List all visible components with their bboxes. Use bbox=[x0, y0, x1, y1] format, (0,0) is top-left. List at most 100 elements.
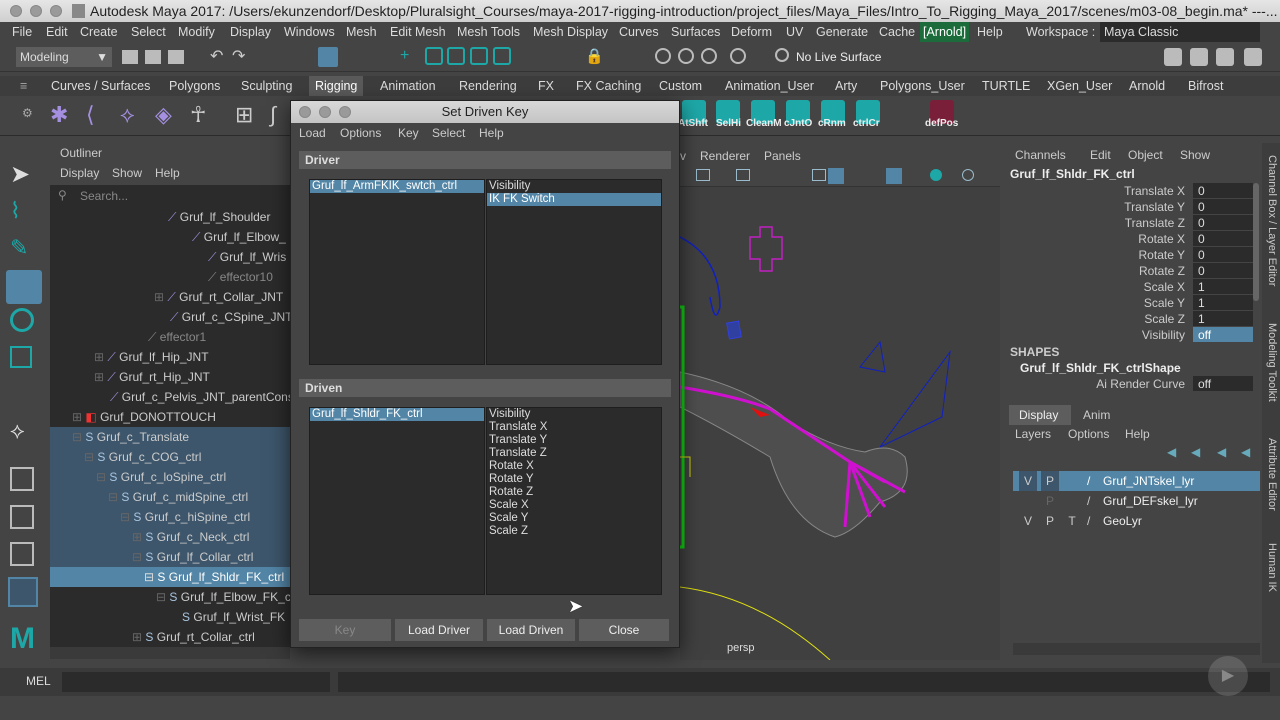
channel-row[interactable]: Ai Render Curve off bbox=[1005, 376, 1255, 392]
outliner-row[interactable]: ⊞ ⟋ Gruf_lf_Hip_JNT bbox=[50, 347, 290, 367]
layer-row[interactable]: V P / Gruf_JNTskel_lyr bbox=[1013, 471, 1260, 491]
collapse-icon[interactable]: ⊟ bbox=[120, 510, 130, 524]
channel-row[interactable]: Translate Y 0 bbox=[1005, 199, 1255, 215]
menu-edit-mesh[interactable]: Edit Mesh bbox=[390, 22, 446, 42]
menu-select[interactable]: Select bbox=[131, 22, 166, 42]
menu-help[interactable]: Help bbox=[977, 22, 1003, 42]
viewport-menu-view[interactable]: v bbox=[680, 147, 686, 165]
menu-edit[interactable]: Edit bbox=[46, 22, 68, 42]
channel-value-field[interactable]: 1 bbox=[1193, 295, 1253, 310]
list-item[interactable]: Translate X bbox=[487, 421, 661, 434]
move-layer-up-icon[interactable]: ◀ bbox=[1167, 445, 1176, 459]
viewport-3d[interactable]: persp bbox=[680, 187, 1000, 660]
channel-value-field[interactable]: 0 bbox=[1193, 215, 1253, 230]
shelf-tab-animation[interactable]: Animation bbox=[380, 76, 436, 96]
ipr-render-icon[interactable] bbox=[1216, 48, 1234, 66]
list-item[interactable]: Rotate Y bbox=[487, 473, 661, 486]
smooth-shade-icon[interactable] bbox=[828, 168, 844, 184]
list-item[interactable]: Rotate Z bbox=[487, 486, 661, 499]
layer-color-icon[interactable]: / bbox=[1087, 491, 1090, 511]
load-driven-button[interactable]: Load Driven bbox=[487, 619, 575, 641]
outliner-row[interactable]: ⟋ effector10 bbox=[50, 267, 290, 287]
collapse-icon[interactable]: ⊟ bbox=[108, 490, 118, 504]
skeleton-icon[interactable]: ☥ bbox=[190, 102, 206, 128]
collapse-icon[interactable]: ⊟ bbox=[156, 590, 166, 604]
driven-object-list[interactable]: Gruf_lf_Shldr_FK_ctrl bbox=[309, 407, 485, 595]
channel-row[interactable]: Translate Z 0 bbox=[1005, 215, 1255, 231]
outliner-menu-help[interactable]: Help bbox=[155, 163, 180, 183]
scale-tool-icon[interactable] bbox=[10, 346, 32, 368]
shelf-tab-rendering[interactable]: Rendering bbox=[459, 76, 517, 96]
outliner-row[interactable]: ⟋ Gruf_lf_Elbow_ bbox=[50, 227, 290, 247]
paint-select-icon[interactable]: ✎ bbox=[10, 235, 36, 261]
new-layer-icon[interactable]: ◀ bbox=[1217, 445, 1226, 459]
close-button[interactable]: Close bbox=[579, 619, 669, 641]
panel-toggle-icon[interactable] bbox=[1244, 48, 1262, 66]
outliner-row[interactable]: ⊟ S Gruf_lf_Collar_ctrl bbox=[50, 547, 290, 567]
list-item[interactable]: IK FK Switch bbox=[487, 193, 661, 206]
list-item[interactable]: Visibility bbox=[487, 408, 661, 421]
outliner-menu-show[interactable]: Show bbox=[112, 163, 142, 183]
layer-scrollbar[interactable] bbox=[1013, 643, 1260, 655]
tab-attribute-editor[interactable]: Attribute Editor bbox=[1266, 438, 1278, 511]
rotate-tool-icon[interactable] bbox=[10, 308, 34, 332]
channel-row[interactable]: Scale Z 1 bbox=[1005, 311, 1255, 327]
outliner-row[interactable]: ⊟ S Gruf_c_midSpine_ctrl bbox=[50, 487, 290, 507]
channel-row[interactable]: Rotate Z 0 bbox=[1005, 263, 1255, 279]
magnet-icon[interactable] bbox=[678, 48, 694, 64]
layer-tab-display[interactable]: Display bbox=[1009, 405, 1071, 425]
channel-value-field[interactable]: 1 bbox=[1193, 311, 1253, 326]
workspace-select[interactable]: Maya Classic bbox=[1100, 22, 1260, 42]
camera-icon[interactable] bbox=[696, 169, 710, 181]
render-icon[interactable] bbox=[1190, 48, 1208, 66]
load-driver-button[interactable]: Load Driver bbox=[395, 619, 483, 641]
dialog-menu-options[interactable]: Options bbox=[340, 123, 381, 143]
magnet-icon[interactable] bbox=[701, 48, 717, 64]
list-item[interactable]: Translate Z bbox=[487, 447, 661, 460]
menu-surfaces[interactable]: Surfaces bbox=[671, 22, 720, 42]
select-tool-icon[interactable]: ➤ bbox=[10, 160, 36, 188]
shelf-tab-rigging[interactable]: Rigging bbox=[309, 76, 364, 96]
channel-row[interactable]: Rotate Y 0 bbox=[1005, 247, 1255, 263]
menu-mesh[interactable]: Mesh bbox=[346, 22, 377, 42]
outliner-row-selected[interactable]: ⊟ S Gruf_lf_Shldr_FK_ctrl bbox=[50, 567, 290, 587]
dialog-menu-load[interactable]: Load bbox=[299, 123, 326, 143]
menu-arnold[interactable]: [Arnold] bbox=[920, 22, 970, 42]
open-scene-icon[interactable] bbox=[145, 50, 161, 64]
move-layer-down-icon[interactable]: ◀ bbox=[1191, 445, 1200, 459]
outliner-row[interactable]: ⟋ effector1 bbox=[50, 327, 290, 347]
channelbox-menu-show[interactable]: Show bbox=[1180, 147, 1210, 163]
grid-icon[interactable] bbox=[736, 169, 750, 181]
shelf-tab-turtle[interactable]: TURTLE bbox=[982, 76, 1030, 96]
menu-uv[interactable]: UV bbox=[786, 22, 803, 42]
list-item[interactable]: Rotate X bbox=[487, 460, 661, 473]
dialog-menu-help[interactable]: Help bbox=[479, 123, 504, 143]
snap-point-icon[interactable] bbox=[470, 47, 488, 65]
layer-visibility-toggle[interactable]: V bbox=[1019, 471, 1037, 491]
channelbox-menu-object[interactable]: Object bbox=[1128, 147, 1163, 163]
menu-curves[interactable]: Curves bbox=[619, 22, 659, 42]
command-input[interactable] bbox=[62, 672, 330, 692]
outliner-row[interactable]: S Gruf_lf_Wrist_FK bbox=[50, 607, 290, 627]
collapse-icon[interactable]: ⊟ bbox=[144, 570, 154, 584]
menu-create[interactable]: Create bbox=[80, 22, 118, 42]
new-selected-layer-icon[interactable]: ◀ bbox=[1241, 445, 1250, 459]
outliner-row[interactable]: ⊞ ⟋ Gruf_rt_Collar_JNT bbox=[50, 287, 290, 307]
shelf-tab-sculpting[interactable]: Sculpting bbox=[241, 76, 292, 96]
save-scene-icon[interactable] bbox=[168, 50, 184, 64]
channel-row[interactable]: Translate X 0 bbox=[1005, 183, 1255, 199]
channel-row[interactable]: Visibility off bbox=[1005, 327, 1255, 343]
shelf-tab-bifrost[interactable]: Bifrost bbox=[1188, 76, 1223, 96]
shelf-tab-fx-caching[interactable]: FX Caching bbox=[576, 76, 641, 96]
joint-tool-icon[interactable]: ✱ bbox=[50, 102, 68, 128]
outliner-row[interactable]: ⊟ S Gruf_c_COG_ctrl bbox=[50, 447, 290, 467]
layer-menu-options[interactable]: Options bbox=[1068, 427, 1109, 441]
menu-windows[interactable]: Windows bbox=[284, 22, 335, 42]
list-item[interactable]: Gruf_lf_Shldr_FK_ctrl bbox=[310, 408, 484, 421]
outliner-menu-display[interactable]: Display bbox=[60, 163, 99, 183]
outliner-row[interactable]: ⊟ S Gruf_c_loSpine_ctrl bbox=[50, 467, 290, 487]
ik-handle-icon[interactable]: ⟨ bbox=[86, 102, 95, 128]
tab-human-ik[interactable]: Human IK bbox=[1266, 543, 1278, 592]
play-icon[interactable]: ▶ bbox=[1208, 656, 1248, 696]
expand-icon[interactable]: ⊞ bbox=[94, 350, 104, 364]
